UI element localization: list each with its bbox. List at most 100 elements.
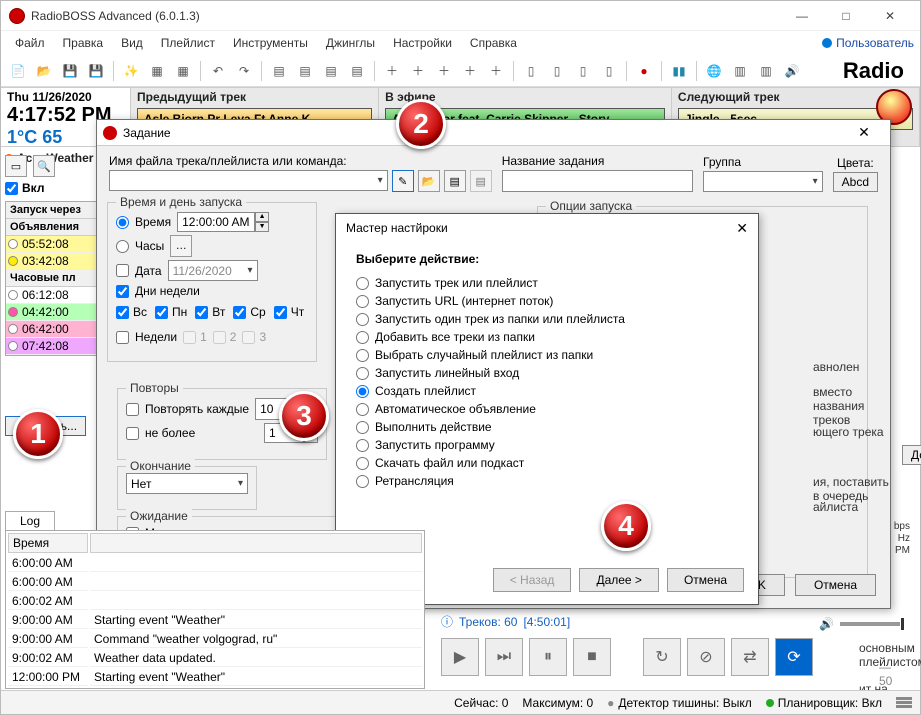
- browse-button[interactable]: 📂: [418, 170, 440, 192]
- task-cancel-button[interactable]: Отмена: [795, 574, 876, 596]
- chk-w2[interactable]: [213, 331, 226, 344]
- globe-icon[interactable]: 🌐: [703, 60, 725, 82]
- log-tab[interactable]: Log: [5, 511, 55, 530]
- chk-dow[interactable]: [116, 285, 129, 298]
- wizard-option-4[interactable]: Выбрать случайный плейлист из папки: [356, 348, 738, 362]
- list4-icon[interactable]: ▤: [346, 60, 368, 82]
- page4-icon[interactable]: ▯: [598, 60, 620, 82]
- tab-btn-1[interactable]: ▭: [5, 155, 27, 177]
- chk-sun[interactable]: [116, 306, 129, 319]
- shuffle-button[interactable]: ⇄: [731, 638, 769, 676]
- menu-view[interactable]: Вид: [113, 34, 151, 52]
- log-row[interactable]: 9:00:02 AMWeather data updated.: [8, 650, 422, 667]
- loop-button[interactable]: ⟳: [775, 638, 813, 676]
- wizard-radio-7[interactable]: [356, 403, 369, 416]
- wizard-option-5[interactable]: Запустить линейный вход: [356, 366, 738, 380]
- log-table[interactable]: Время 6:00:00 AM6:00:00 AM6:00:02 AM9:00…: [5, 530, 425, 689]
- end-combo[interactable]: Нет: [126, 473, 248, 494]
- group-combo[interactable]: [703, 171, 823, 192]
- wizard-option-11[interactable]: Ретрансляция: [356, 474, 738, 488]
- menu-edit[interactable]: Правка: [55, 34, 112, 52]
- noentry-button[interactable]: ⊘: [687, 638, 725, 676]
- wizard-radio-1[interactable]: [356, 295, 369, 308]
- new-icon[interactable]: 📄: [7, 60, 29, 82]
- chk-weeks[interactable]: [116, 331, 129, 344]
- radio-time[interactable]: [116, 216, 129, 229]
- hours-btn[interactable]: …: [170, 235, 192, 257]
- list3-icon[interactable]: ▤: [320, 60, 342, 82]
- wizard-option-0[interactable]: Запустить трек или плейлист: [356, 276, 738, 290]
- minimize-button[interactable]: —: [780, 2, 824, 30]
- list2-icon[interactable]: ▤: [294, 60, 316, 82]
- stats-icon[interactable]: ▮▮: [668, 60, 690, 82]
- close-button[interactable]: ✕: [868, 2, 912, 30]
- record-icon[interactable]: ●: [633, 60, 655, 82]
- log-row[interactable]: 6:00:02 AM: [8, 593, 422, 610]
- wizard-option-6[interactable]: Создать плейлист: [356, 384, 738, 398]
- chk-rep-every[interactable]: [126, 403, 139, 416]
- wizard-option-9[interactable]: Запустить программу: [356, 438, 738, 452]
- speaker-icon[interactable]: 🔊: [781, 60, 803, 82]
- chk-thu[interactable]: [274, 306, 287, 319]
- page3-icon[interactable]: ▯: [572, 60, 594, 82]
- pause-button[interactable]: ⏸: [529, 638, 567, 676]
- time-input[interactable]: [177, 212, 255, 232]
- wizard-option-7[interactable]: Автоматическое объявление: [356, 402, 738, 416]
- wizard-radio-8[interactable]: [356, 421, 369, 434]
- wizard-button[interactable]: ✎: [392, 170, 414, 192]
- repeat-button[interactable]: ↻: [643, 638, 681, 676]
- wizard-cancel-button[interactable]: Отмена: [667, 568, 744, 592]
- wizard-radio-6[interactable]: [356, 385, 369, 398]
- save-icon[interactable]: 💾: [59, 60, 81, 82]
- stop-button[interactable]: ■: [573, 638, 611, 676]
- chk-rep-max[interactable]: [126, 427, 139, 440]
- undo-icon[interactable]: ↶: [207, 60, 229, 82]
- menu-playlist[interactable]: Плейлист: [153, 34, 223, 52]
- next-button[interactable]: ⏭: [485, 638, 523, 676]
- open-icon[interactable]: 📂: [33, 60, 55, 82]
- grid1-icon[interactable]: ▦: [146, 60, 168, 82]
- wizard-back-button[interactable]: < Назад: [493, 568, 572, 592]
- wizard-next-button[interactable]: Далее >: [579, 568, 659, 592]
- redo-icon[interactable]: ↷: [233, 60, 255, 82]
- grid2-icon[interactable]: ▦: [172, 60, 194, 82]
- wizard-radio-4[interactable]: [356, 349, 369, 362]
- wizard-radio-3[interactable]: [356, 331, 369, 344]
- file-combo[interactable]: [109, 170, 388, 191]
- schedule-list[interactable]: Запуск через Объявления 05:52:08 03:42:0…: [5, 201, 101, 356]
- chk-w3[interactable]: [242, 331, 255, 344]
- chk-enabled[interactable]: [5, 182, 18, 195]
- wizard-close-button[interactable]: ✕: [736, 220, 748, 237]
- user-indicator[interactable]: Пользователь: [822, 36, 914, 50]
- log-row[interactable]: 9:00:00 AMCommand "weather volgograd, ru…: [8, 631, 422, 648]
- date-combo[interactable]: 11/26/2020: [168, 260, 258, 281]
- wizard-option-10[interactable]: Скачать файл или подкаст: [356, 456, 738, 470]
- page2-icon[interactable]: ▯: [546, 60, 568, 82]
- task-close-button[interactable]: ✕: [844, 124, 884, 141]
- wizard-option-8[interactable]: Выполнить действие: [356, 420, 738, 434]
- page1-icon[interactable]: ▯: [520, 60, 542, 82]
- panel2-icon[interactable]: ▥: [755, 60, 777, 82]
- menu-file[interactable]: Файл: [7, 34, 53, 52]
- wizard-radio-11[interactable]: [356, 475, 369, 488]
- color-button[interactable]: Abcd: [833, 172, 878, 192]
- log-row[interactable]: 9:00:00 AMStarting event "Weather": [8, 612, 422, 629]
- chk-w1[interactable]: [183, 331, 196, 344]
- add5-icon[interactable]: ＋: [485, 60, 507, 82]
- wizard-radio-10[interactable]: [356, 457, 369, 470]
- wand-icon[interactable]: ✨: [120, 60, 142, 82]
- menu-settings[interactable]: Настройки: [385, 34, 460, 52]
- list1-icon[interactable]: ▤: [268, 60, 290, 82]
- menu-jingles[interactable]: Джинглы: [318, 34, 383, 52]
- log-row[interactable]: 12:00:00 PMStarting event "Weather": [8, 669, 422, 686]
- list-button[interactable]: ▤: [444, 170, 466, 192]
- wizard-option-1[interactable]: Запустить URL (интернет поток): [356, 294, 738, 308]
- add4-icon[interactable]: ＋: [459, 60, 481, 82]
- wizard-option-3[interactable]: Добавить все треки из папки: [356, 330, 738, 344]
- chk-mon[interactable]: [155, 306, 168, 319]
- add3-icon[interactable]: ＋: [433, 60, 455, 82]
- wizard-radio-9[interactable]: [356, 439, 369, 452]
- chk-date[interactable]: [116, 264, 129, 277]
- wizard-option-2[interactable]: Запустить один трек из папки или плейлис…: [356, 312, 738, 326]
- extra-button[interactable]: ▤: [470, 170, 492, 192]
